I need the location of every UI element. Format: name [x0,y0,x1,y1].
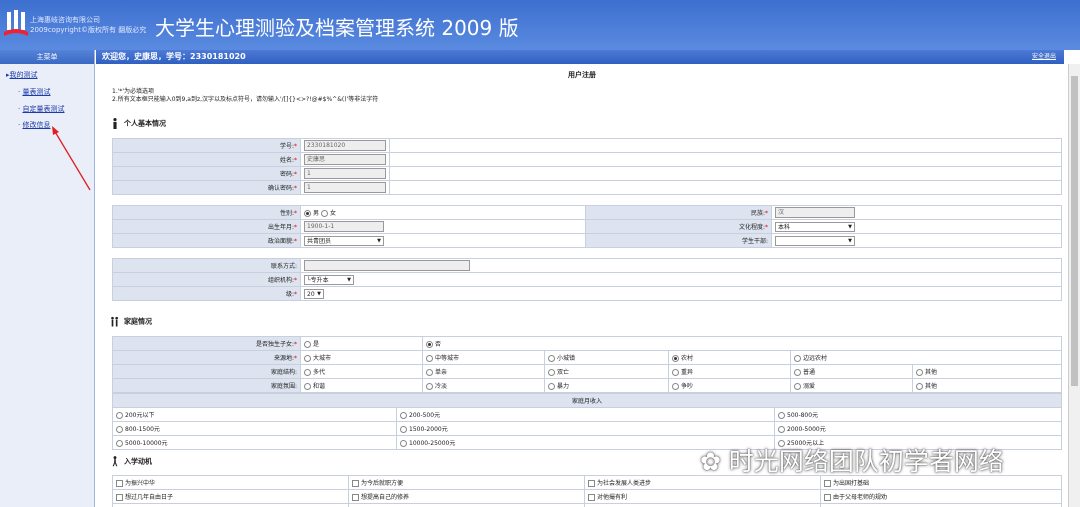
section-motive: 入学动机 [110,456,152,467]
section-family-title: 家庭情况 [124,317,152,326]
origin-rural-radio[interactable] [672,355,679,362]
cadre-select[interactable] [775,235,855,246]
motive-checkbox[interactable] [588,494,595,501]
motive-checkbox[interactable] [116,480,123,487]
person-icon [113,118,117,129]
sidebar-item-my-tests[interactable]: 我的测试 [10,71,38,79]
confirm-password-field[interactable]: 1 [304,182,386,193]
gender-female-radio[interactable] [320,210,328,217]
motive-checkbox[interactable] [824,480,831,487]
motive-table: 为振兴中华 为今后就职方便 为社会发展人类进步 为出国打基础 想过几年自由日子 … [112,475,1062,507]
company-info: 上海惠岐咨询有限公司 2009copyright©版权所有 翻版必究 [30,15,146,35]
org-select[interactable]: └专升本 [304,274,354,285]
watermark-text: 时光网络团队初学者网络 [728,447,1004,476]
section-family: 家庭情况 [110,316,152,327]
copyright: 2009copyright©版权所有 翻版必究 [30,26,147,34]
note-characters: 2.所有文本框只能输入0到9,a到z,汉字以及标点符号，请勿输入'/[]{}<>… [112,96,379,103]
motive-checkbox[interactable] [588,480,595,487]
sidebar: 主菜单 ▸我的测试 · 量表测试 · 自定量表测试 · 修改信息 [0,50,95,507]
welcome-text: 欢迎您，史康思，学号：2330181020 [102,52,246,61]
contact-table: 联系方式: 组织机构:*└专升本 级:*20 [112,258,1062,301]
ethnic-field[interactable]: 汉 [775,207,855,218]
main-content: 用户注册 1.'*'为必填选项 2.所有文本框只能输入0到9,a到z,汉字以及标… [96,64,1068,507]
logout-link[interactable]: 安全退出 [1032,50,1056,64]
motive-checkbox[interactable] [824,494,831,501]
name-field[interactable]: 史康思 [304,154,386,165]
political-select[interactable]: 共青团员 [304,235,384,246]
education-select[interactable]: 本科 [775,221,855,232]
grade-select[interactable]: 20 [304,288,324,299]
watermark: ✿ 时光网络团队初学者网络 [700,442,1004,478]
app-title: 大学生心理测验及档案管理系统 2009 版 [155,16,519,40]
sidebar-item-scale-test[interactable]: 量表测试 [22,88,50,96]
logo-icon [4,10,28,36]
walking-person-icon [112,456,118,467]
only-child-no-radio[interactable] [426,341,433,348]
wechat-icon: ✿ [700,447,721,476]
note-required: 1.'*'为必填选项 [112,88,155,95]
app-header: 上海惠岐咨询有限公司 2009copyright©版权所有 翻版必究 大学生心理… [0,0,1080,50]
motive-checkbox[interactable] [352,494,359,501]
only-child-yes-radio[interactable] [304,341,311,348]
sidebar-item-edit-info[interactable]: 修改信息 [22,121,50,129]
sidebar-item-custom-scale-test[interactable]: 自定量表测试 [22,105,64,113]
family-table: 是否独生子女:* 是 否 来源地:* 大城市 中等城市 小城镇 农村 边远农村 … [112,336,1062,393]
contact-field[interactable] [304,260,470,271]
basic-table: 学号:* 2330181020 姓名:* 史康思 密码:* 1 确认密码:* 1 [112,138,1062,195]
scrollbar[interactable] [1068,64,1080,507]
company-name: 上海惠岐咨询有限公司 [30,16,100,24]
birth-field[interactable]: 1900-1-1 [304,221,384,232]
menu-title: 主菜单 [0,50,94,64]
welcome-bar: 欢迎您，史康思，学号：2330181020 安全退出 [96,50,1064,64]
section-basic-title: 个人基本情况 [124,119,166,128]
scrollbar-thumb[interactable] [1071,76,1078,386]
notes: 1.'*'为必填选项 2.所有文本框只能输入0到9,a到z,汉字以及标点符号，请… [112,88,378,104]
student-id-field[interactable]: 2330181020 [304,140,386,151]
motive-checkbox[interactable] [352,480,359,487]
section-motive-title: 入学动机 [124,457,152,466]
page-title: 用户注册 [568,71,596,79]
annotation-arrow [52,126,91,191]
section-basic: 个人基本情况 [110,118,166,129]
family-icon [111,316,118,327]
password-field[interactable]: 1 [304,168,386,179]
motive-checkbox[interactable] [116,494,123,501]
info-table: 性别:* 男 女 民族:* 汉 出生年月:* 1900-1-1 文化程度:* 本… [112,205,1062,248]
gender-male-radio[interactable] [304,210,311,217]
income-title: 家庭月收入 [112,393,1062,408]
